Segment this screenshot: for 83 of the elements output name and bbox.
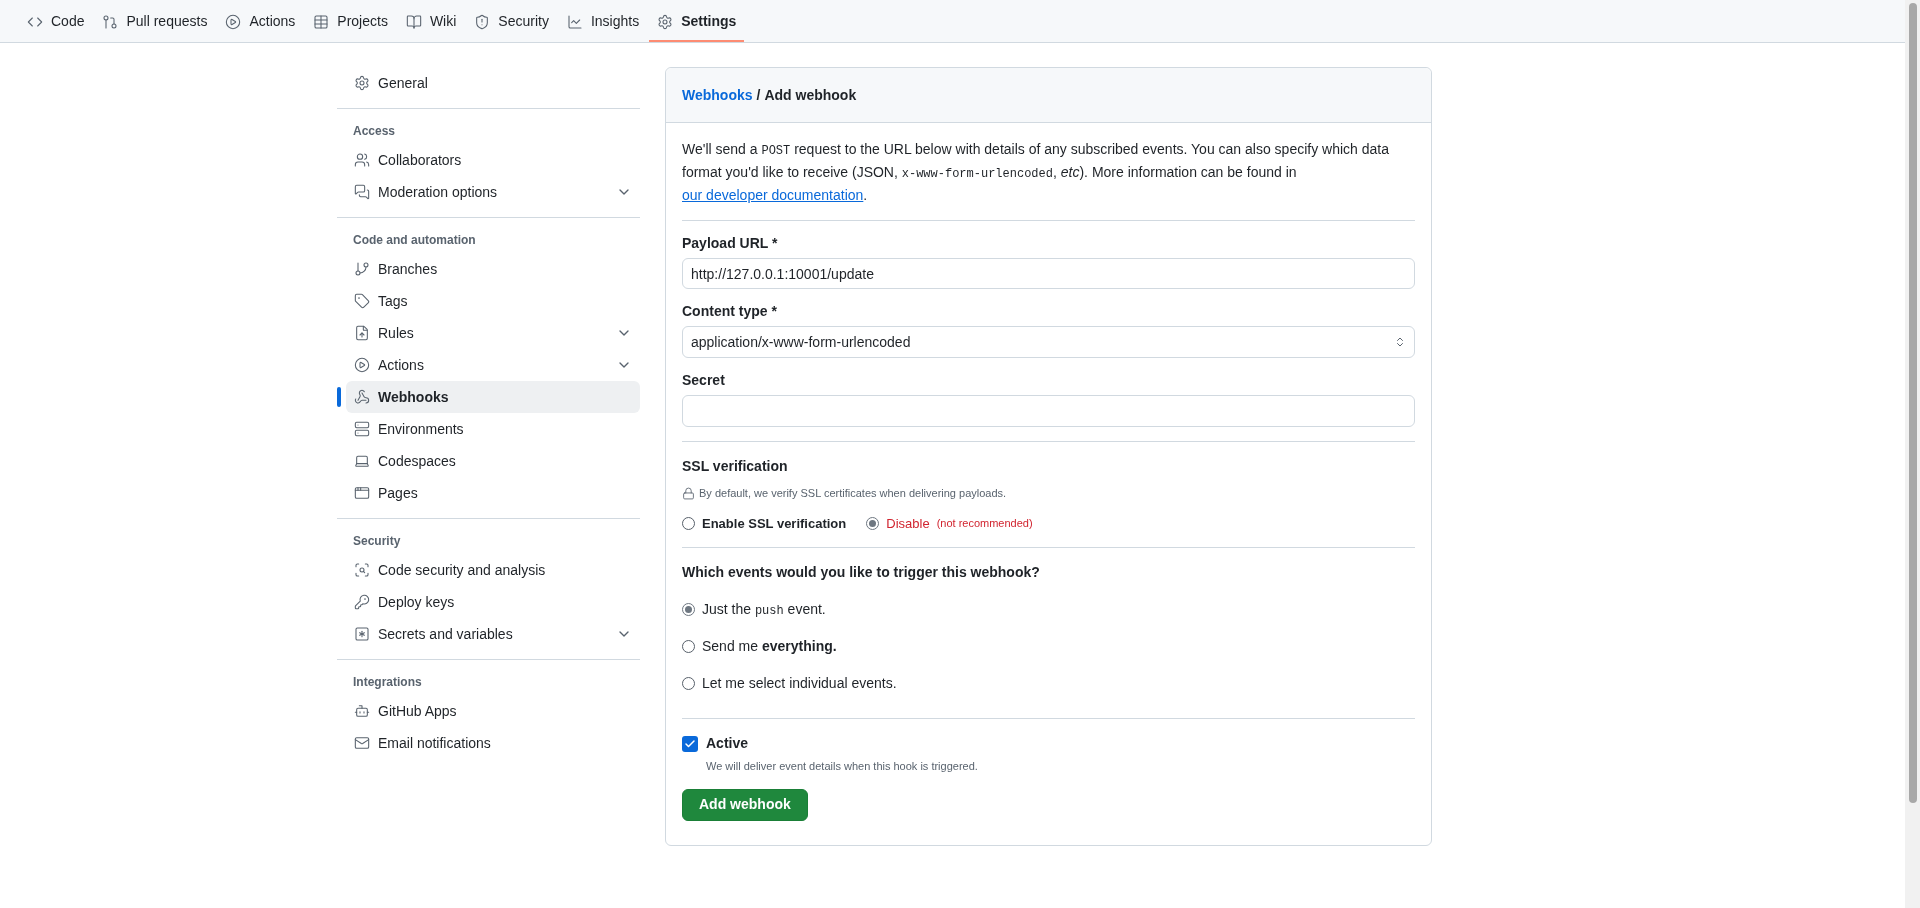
radio-button[interactable] [682,640,695,653]
scan-icon [354,562,370,578]
sidebar-item[interactable]: Email notifications [346,727,640,759]
play-icon [225,13,242,30]
branch-icon [354,261,370,277]
event-option-label: Send me everything. [702,637,837,656]
nav-tab[interactable]: Pull requests [94,3,216,42]
nav-tab[interactable]: Settings [649,3,745,42]
breadcrumb-link[interactable]: Webhooks [682,84,753,106]
sidebar-item[interactable]: General [346,67,640,99]
chat-bubbles-icon [354,184,370,200]
sidebar-item[interactable]: Secrets and variables [346,618,640,650]
radio-button[interactable] [682,516,695,530]
sidebar-item[interactable]: Code security and analysis [346,554,640,586]
radio-button[interactable] [866,516,880,530]
sidebar-item[interactable]: Tags [346,285,640,317]
nav-tab[interactable]: Wiki [397,3,465,42]
radio-button[interactable] [682,603,695,616]
asterisk-icon [354,626,370,642]
section-heading: SSL verification [682,457,789,476]
check-icon [684,737,696,750]
gear-icon [657,13,674,30]
sidebar-item[interactable]: Moderation options [346,176,640,208]
radio-button[interactable] [682,677,695,690]
nav-tab[interactable]: Projects [305,3,396,42]
sidebar-heading: Security [352,533,402,550]
event-option-label: Just the push event. [702,600,826,620]
active-checkbox[interactable] [682,735,698,752]
tag-icon [354,293,370,309]
server-icon [354,421,370,437]
sidebar-item[interactable]: Webhooks [346,381,640,413]
ssl-note: By default, we verify SSL certificates when delivering payloads. [699,486,1007,501]
content-type-select[interactable]: application/x-www-form-urlencoded [682,326,1415,358]
nav-tab[interactable]: Code [19,3,93,42]
gear-icon [354,75,370,91]
bot-icon [354,703,370,719]
lock-icon [682,486,695,500]
key-icon [354,594,370,610]
sidebar-heading: Access [352,123,397,140]
sidebar-item[interactable]: Actions [346,349,640,381]
option-label: Enable SSL verification [702,514,847,533]
sidebar-item[interactable]: Environments [346,413,640,445]
option-label: Disable [886,514,930,533]
secret-field[interactable] [682,395,1415,427]
field-label: Secret [682,371,726,390]
laptop-icon [354,453,370,469]
file-arrow-icon [354,325,370,341]
play-icon [354,357,370,373]
events-question: Which events would you like to trigger this webhook? [682,563,1041,582]
scrollbar[interactable] [1905,0,1920,908]
window-icon [354,485,370,501]
sidebar-item[interactable]: GitHub Apps [346,695,640,727]
people-icon [354,152,370,168]
nav-tab[interactable]: Security [466,3,557,42]
mail-icon [354,735,370,751]
field-label: Payload URL * [682,234,779,253]
webhook-icon [354,389,370,405]
active-note: We will deliver event details when this hook is triggered. [706,759,979,774]
nav-tab[interactable]: Insights [558,3,648,42]
warning-hint: (not recommended) [936,516,1033,531]
sidebar-heading: Code and automation [352,232,477,249]
sidebar-item[interactable]: Codespaces [346,445,640,477]
field-label: Content type * [682,302,778,321]
breadcrumb-current: Add webhook [764,85,857,105]
pull-request-icon [102,13,119,30]
updown-caret-icon [1394,336,1406,348]
add-webhook-button[interactable]: Add webhook [682,788,808,821]
line-chart-icon [566,13,583,30]
book-icon [405,13,422,30]
sidebar-item[interactable]: Rules [346,317,640,349]
sidebar-item[interactable]: Collaborators [346,144,640,176]
breadcrumb-separator: / [756,85,761,105]
table-icon [313,13,330,30]
event-option-label: Let me select individual events. [702,674,897,693]
selection-indicator [337,387,341,407]
sidebar-item[interactable]: Branches [346,253,640,285]
sidebar-item[interactable]: Deploy keys [346,586,640,618]
shield-icon [474,13,491,30]
nav-tab[interactable]: Actions [217,3,304,42]
payload-url-field[interactable]: http://127.0.0.1:10001/update [682,258,1415,289]
sidebar-item[interactable]: Pages [346,477,640,509]
checkbox-label: Active [706,734,749,753]
sidebar-heading: Integrations [352,674,423,691]
